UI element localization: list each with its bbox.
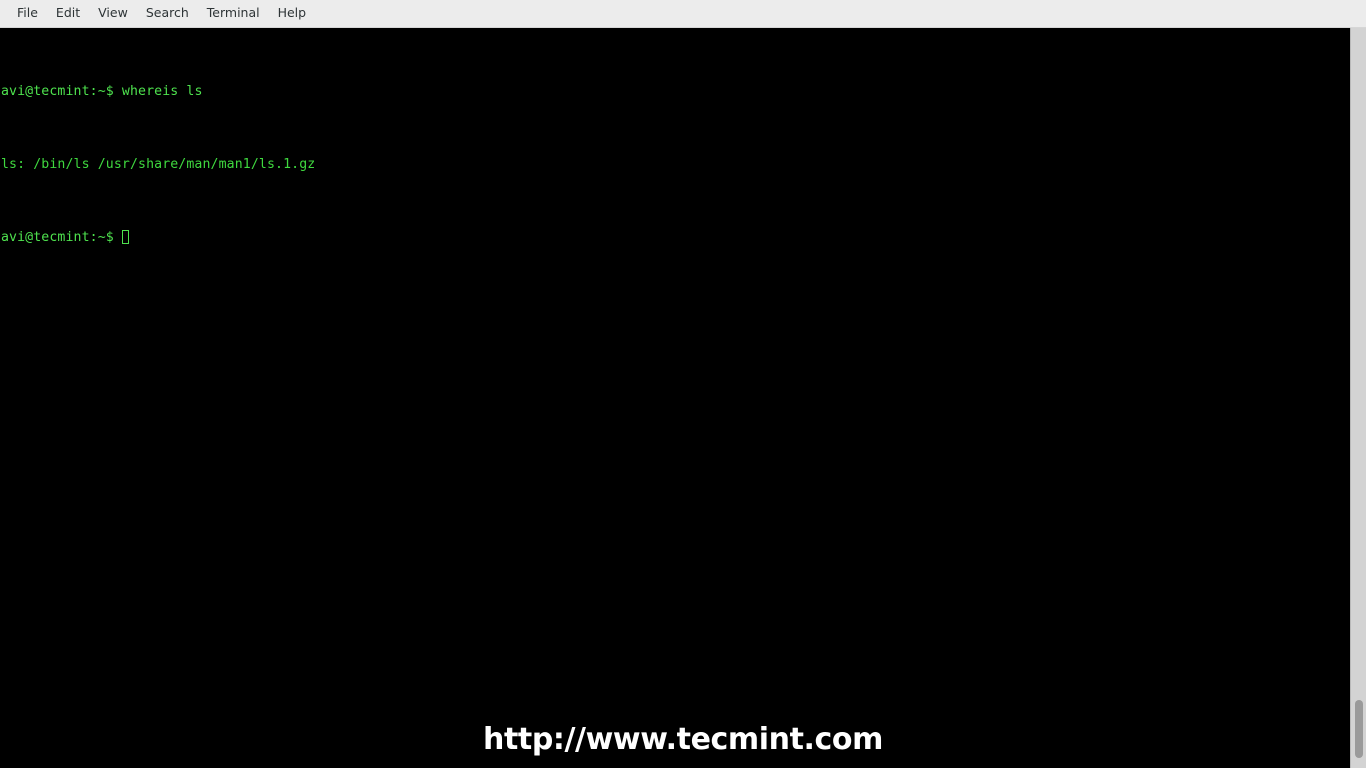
terminal-line-output: ls: /bin/ls /usr/share/man/man1/ls.1.gz bbox=[1, 156, 315, 174]
space-1 bbox=[114, 84, 122, 99]
terminal-line-prompt: avi@tecmint:~$ bbox=[1, 229, 315, 247]
menu-item-help[interactable]: Help bbox=[269, 4, 316, 24]
menu-item-file[interactable]: File bbox=[8, 4, 47, 24]
output-text: ls: /bin/ls /usr/share/man/man1/ls.1.gz bbox=[1, 157, 316, 173]
space-2 bbox=[114, 230, 122, 245]
menu-item-edit[interactable]: Edit bbox=[47, 4, 89, 24]
scrollbar-thumb[interactable] bbox=[1355, 700, 1363, 758]
terminal-text: avi@tecmint:~$ whereis ls ls: /bin/ls /u… bbox=[1, 28, 315, 302]
terminal-output-area[interactable]: avi@tecmint:~$ whereis ls ls: /bin/ls /u… bbox=[0, 28, 1350, 768]
block-cursor-icon bbox=[121, 230, 129, 245]
terminal-line-command: avi@tecmint:~$ whereis ls bbox=[1, 83, 315, 101]
menu-item-view[interactable]: View bbox=[89, 4, 137, 24]
shell-prompt-current: avi@tecmint:~$ bbox=[1, 230, 114, 246]
terminal-window: File Edit View Search Terminal Help avi@… bbox=[0, 0, 1366, 768]
menu-bar: File Edit View Search Terminal Help bbox=[0, 0, 1366, 28]
vertical-scrollbar[interactable] bbox=[1350, 28, 1366, 768]
command-text: whereis ls bbox=[121, 83, 203, 99]
menu-item-search[interactable]: Search bbox=[137, 4, 198, 24]
shell-prompt: avi@tecmint:~$ bbox=[1, 83, 114, 99]
menu-item-terminal[interactable]: Terminal bbox=[198, 4, 269, 24]
